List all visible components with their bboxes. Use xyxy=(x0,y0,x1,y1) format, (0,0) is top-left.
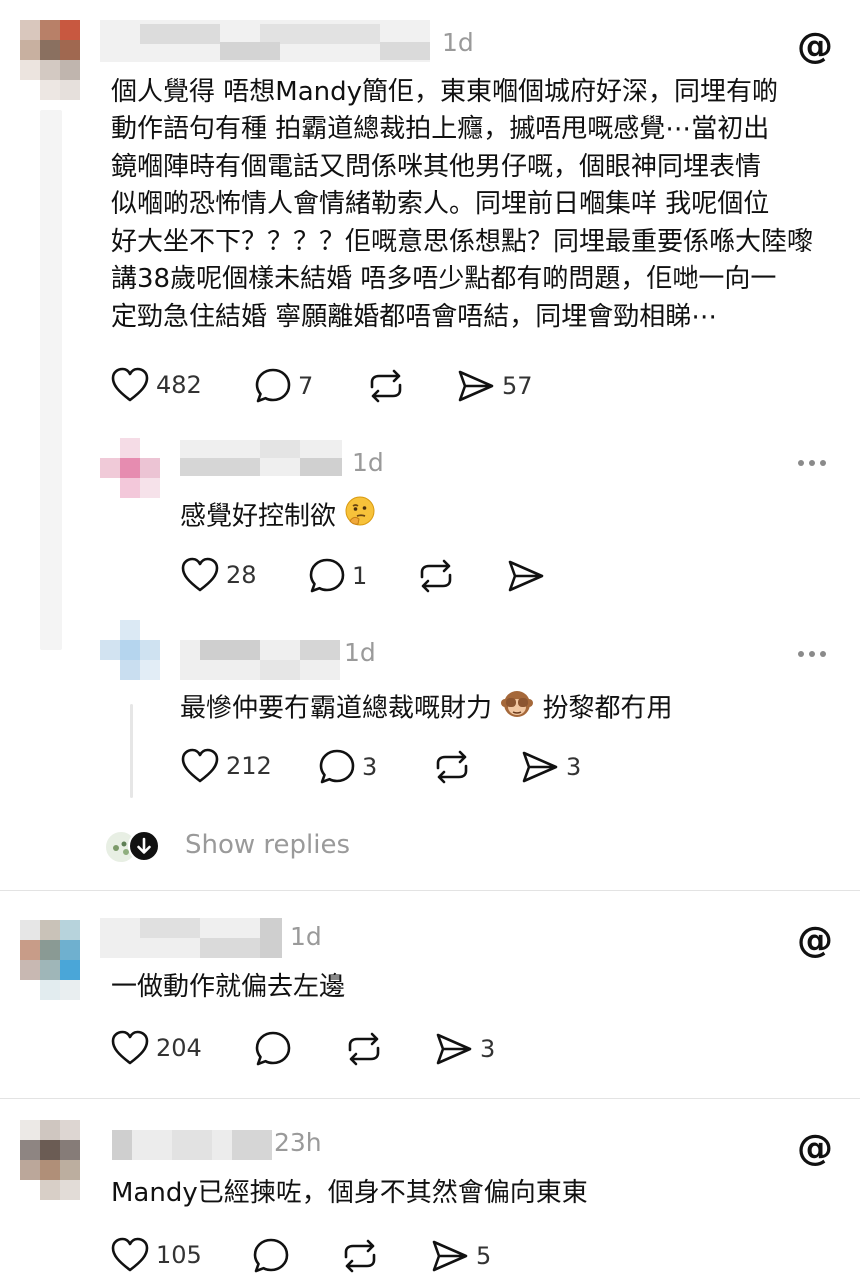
post-time: 1d xyxy=(290,922,322,951)
send-icon xyxy=(432,1240,468,1272)
like-count: 212 xyxy=(226,752,272,780)
post-time: 1d xyxy=(442,28,474,57)
svg-text:@: @ xyxy=(797,920,833,960)
see-no-evil-monkey-emoji xyxy=(500,686,534,732)
avatar[interactable] xyxy=(20,920,80,1000)
like-count: 28 xyxy=(226,561,257,589)
post-body-line: 好大坐不下？？？？佢嘅意思係想點？同埋最重要係喺大陸嚟 xyxy=(111,227,814,257)
threads-logo-icon[interactable]: @ xyxy=(796,1128,834,1169)
like-button[interactable]: 212 xyxy=(180,747,272,785)
repost-icon xyxy=(344,1239,376,1273)
reply-button[interactable] xyxy=(252,1237,290,1275)
send-icon xyxy=(458,370,494,402)
repost-icon xyxy=(348,1032,380,1066)
reply-count: 3 xyxy=(362,753,378,781)
post-body: Mandy已經揀咗，個身不其然會偏向東東 xyxy=(111,1178,588,1208)
username-blurred[interactable] xyxy=(180,440,342,476)
share-button[interactable] xyxy=(506,558,546,594)
heart-icon xyxy=(111,367,149,402)
heart-icon xyxy=(181,557,219,592)
comment-icon xyxy=(309,558,345,593)
like-count: 482 xyxy=(156,371,202,399)
heart-icon xyxy=(111,1030,149,1065)
share-button[interactable]: 5 xyxy=(430,1238,491,1274)
share-button[interactable]: 3 xyxy=(434,1031,495,1067)
username-blurred[interactable] xyxy=(100,20,430,62)
post-time: 23h xyxy=(274,1128,322,1157)
repost-button[interactable] xyxy=(416,557,456,595)
thread-connector xyxy=(40,110,62,650)
heart-icon xyxy=(111,1237,149,1272)
like-button[interactable]: 28 xyxy=(180,556,257,594)
repost-icon xyxy=(436,750,468,784)
reply-count: 1 xyxy=(352,562,368,590)
avatar[interactable] xyxy=(100,620,160,680)
svg-text:@: @ xyxy=(797,26,833,66)
divider xyxy=(0,1098,860,1099)
like-count: 204 xyxy=(156,1034,202,1062)
like-button[interactable]: 482 xyxy=(110,366,202,404)
share-count: 57 xyxy=(502,372,533,400)
thinking-face-emoji xyxy=(344,495,376,539)
username-blurred[interactable] xyxy=(180,640,340,680)
repost-button[interactable] xyxy=(340,1237,380,1275)
share-count: 3 xyxy=(566,753,582,781)
reply-count: 7 xyxy=(298,372,314,400)
more-options-icon[interactable] xyxy=(798,651,826,657)
post-body-line: 定勁急住結婚 寧願離婚都唔會唔結，同埋會勁相睇⋯ xyxy=(111,302,718,332)
reply-time: 1d xyxy=(344,638,376,667)
repost-button[interactable] xyxy=(344,1030,384,1068)
post-body: 一做動作就偏去左邊 xyxy=(111,972,346,1002)
reply-button[interactable]: 7 xyxy=(254,367,313,405)
comment-icon xyxy=(255,368,291,403)
repost-icon xyxy=(370,369,402,403)
arrow-down-circle-icon xyxy=(128,830,160,862)
comment-icon xyxy=(255,1031,291,1066)
like-button[interactable]: 204 xyxy=(110,1029,202,1067)
share-count: 3 xyxy=(480,1035,496,1063)
repost-button[interactable] xyxy=(366,367,406,405)
avatar[interactable] xyxy=(100,438,160,500)
threads-logo-icon[interactable]: @ xyxy=(796,26,834,67)
avatar[interactable] xyxy=(20,1120,80,1200)
reply-button[interactable]: 3 xyxy=(318,748,377,786)
share-count: 5 xyxy=(476,1242,492,1270)
like-button[interactable]: 105 xyxy=(110,1236,202,1274)
share-button[interactable]: 3 xyxy=(520,749,581,785)
comment-icon xyxy=(253,1238,289,1273)
post-body-line: 講38歲呢個樣未結婚 唔多唔少點都有啲問題，佢哋一向一 xyxy=(111,264,777,294)
repost-button[interactable] xyxy=(432,748,472,786)
send-icon xyxy=(522,751,558,783)
show-replies-label[interactable]: Show replies xyxy=(185,830,350,860)
more-options-icon[interactable] xyxy=(798,460,826,466)
comment-icon xyxy=(319,749,355,784)
send-icon xyxy=(436,1033,472,1065)
reply-button[interactable] xyxy=(254,1030,292,1068)
username-blurred[interactable] xyxy=(100,918,282,958)
reply-body: 最慘仲要冇霸道總裁嘅財力 扮黎都冇用 xyxy=(180,686,673,732)
thread-connector xyxy=(130,704,133,798)
reply-button[interactable]: 1 xyxy=(308,557,367,595)
like-count: 105 xyxy=(156,1241,202,1269)
heart-icon xyxy=(181,748,219,783)
reply-time: 1d xyxy=(352,448,384,477)
repost-icon xyxy=(420,559,452,593)
share-button[interactable]: 57 xyxy=(456,368,533,404)
post-body-line: 個人覺得 唔想Mandy簡佢，東東嗰個城府好深，同埋有啲 xyxy=(111,77,778,107)
threads-logo-icon[interactable]: @ xyxy=(796,920,834,961)
post-body-line: 動作語句有種 拍霸道總裁拍上癮，摵唔甩嘅感覺⋯當初出 xyxy=(111,114,770,144)
send-icon xyxy=(508,560,544,592)
username-blurred[interactable] xyxy=(112,1130,272,1160)
reply-body: 感覺好控制欲 xyxy=(180,495,376,539)
avatar[interactable] xyxy=(20,20,80,100)
post-body-line: 似嗰啲恐怖情人會情緒勒索人。同埋前日嗰集咩 我呢個位 xyxy=(111,189,770,219)
svg-text:@: @ xyxy=(797,1128,833,1168)
divider xyxy=(0,890,860,891)
post-body-line: 鏡嗰陣時有個電話又問係咪其他男仔嘅，個眼神同埋表情 xyxy=(111,152,762,182)
